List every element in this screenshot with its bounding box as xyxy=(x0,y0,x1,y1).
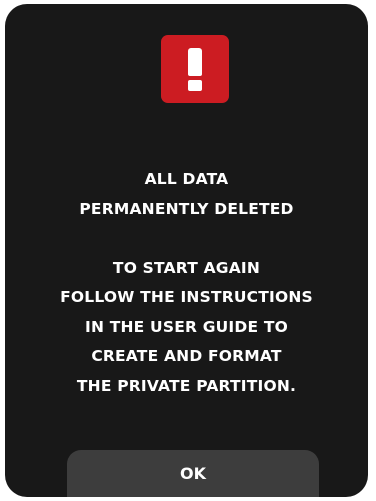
exclamation-icon xyxy=(161,35,229,103)
message-body-line: FOLLOW THE INSTRUCTIONS xyxy=(60,288,313,306)
message-body-line: TO START AGAIN xyxy=(112,258,261,277)
message-spacer xyxy=(5,224,368,254)
device-screen: ALL DATA PERMANENTLY DELETED TO START AG… xyxy=(5,4,368,497)
message-body-line: CREATE AND FORMAT xyxy=(91,347,282,365)
message-heading-line: ALL DATA xyxy=(144,170,229,188)
exclamation-dot xyxy=(188,80,202,91)
message-body-line: THE PRIVATE PARTITION. xyxy=(76,376,297,395)
ok-button[interactable]: OK xyxy=(67,450,319,497)
message-body-line: IN THE USER GUIDE TO xyxy=(84,317,288,336)
ok-button-label: OK xyxy=(180,464,206,483)
alert-message: ALL DATA PERMANENTLY DELETED TO START AG… xyxy=(5,165,368,401)
message-heading-line: PERMANENTLY DELETED xyxy=(79,199,294,218)
exclamation-bar xyxy=(188,48,202,76)
